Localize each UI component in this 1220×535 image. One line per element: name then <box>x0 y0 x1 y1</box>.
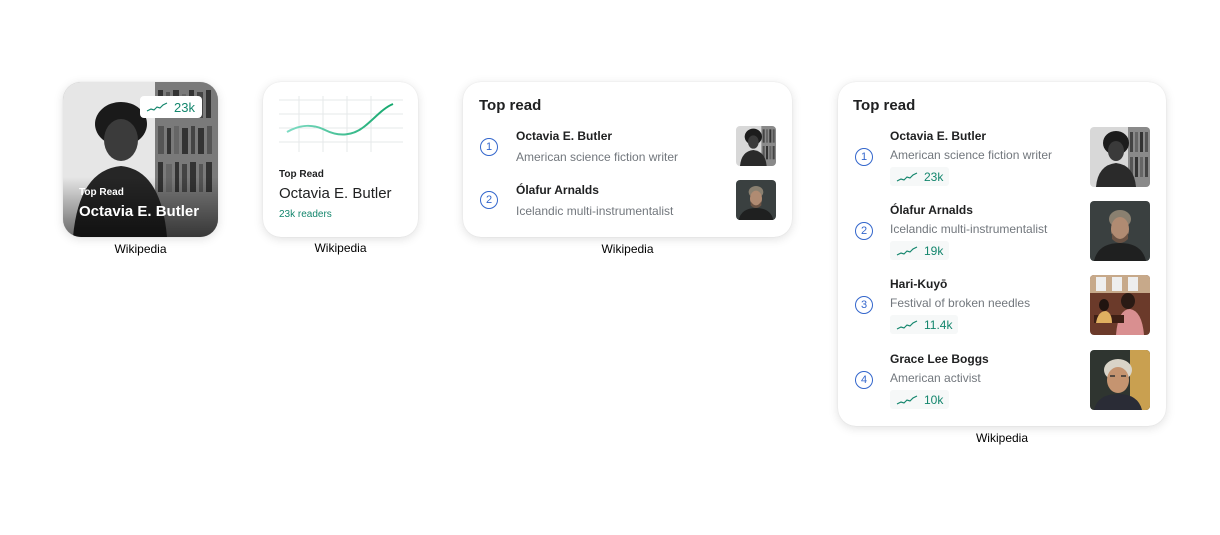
article-title: Octavia E. Butler <box>79 203 200 220</box>
widget-caption: Wikipedia <box>114 242 167 256</box>
trend-sparkline-icon <box>146 102 168 112</box>
top-read-label: Top Read <box>279 169 324 180</box>
trend-chart <box>279 96 403 152</box>
top-read-small-photo-widget[interactable]: 23k Top Read Octavia E. Butler <box>63 82 218 237</box>
rank-badge: 1 <box>480 138 498 156</box>
rank-badge: 3 <box>855 296 873 314</box>
trend-sparkline-icon <box>896 320 918 330</box>
widget-caption: Wikipedia <box>975 431 1029 445</box>
trend-sparkline-icon <box>896 172 918 182</box>
widget-caption: Wikipedia <box>601 242 654 256</box>
article-title: Octavia E. Butler <box>279 185 392 202</box>
trend-sparkline-icon <box>896 246 918 256</box>
article-description: Festival of broken needles <box>890 296 1031 310</box>
views-badge: 23k <box>890 167 950 186</box>
rank-badge: 1 <box>855 148 873 166</box>
views-badge: 10k <box>890 390 950 409</box>
article-description: American science fiction writer <box>516 150 679 164</box>
article-thumbnail <box>736 180 776 220</box>
widget-title: Top read <box>479 97 542 114</box>
article-description: Icelandic multi-instrumentalist <box>890 222 1048 236</box>
rank-badge: 2 <box>480 191 498 209</box>
article-thumbnail <box>736 126 776 166</box>
article-title: Octavia E. Butler <box>890 129 987 143</box>
readers-count: 23k readers <box>279 209 332 220</box>
top-read-medium-widget: Top read 1 Octavia E. Butler American sc… <box>463 82 792 237</box>
article-thumbnail <box>1090 350 1150 410</box>
top-read-label: Top Read <box>79 187 124 198</box>
article-title: Hari-Kuyō <box>890 277 948 291</box>
views-count: 23k <box>924 169 944 184</box>
views-badge: 19k <box>890 241 950 260</box>
trend-line <box>286 103 394 136</box>
widget-title: Top read <box>853 97 916 114</box>
article-title: Ólafur Arnalds <box>890 203 973 217</box>
widget-caption: Wikipedia <box>314 241 367 255</box>
views-count: 10k <box>924 392 944 407</box>
views-count: 23k <box>174 99 195 115</box>
article-title: Octavia E. Butler <box>516 129 613 143</box>
article-thumbnail <box>1090 275 1150 335</box>
article-description: American activist <box>890 371 981 385</box>
views-badge: 23k <box>140 96 202 118</box>
article-thumbnail <box>1090 127 1150 187</box>
top-read-large-widget: Top read 1 Octavia E. Butler American sc… <box>838 82 1166 426</box>
article-title: Grace Lee Boggs <box>890 352 989 366</box>
article-title: Ólafur Arnalds <box>516 183 599 197</box>
views-count: 11.4k <box>924 317 953 332</box>
article-thumbnail <box>1090 201 1150 261</box>
trend-sparkline-icon <box>896 395 918 405</box>
views-badge: 11.4k <box>890 315 959 334</box>
article-description: Icelandic multi-instrumentalist <box>516 204 674 218</box>
article-description: American science fiction writer <box>890 148 1053 162</box>
rank-badge: 2 <box>855 222 873 240</box>
rank-badge: 4 <box>855 371 873 389</box>
top-read-small-chart-widget[interactable]: Top Read Octavia E. Butler 23k readers <box>263 82 418 237</box>
views-count: 19k <box>924 243 944 258</box>
